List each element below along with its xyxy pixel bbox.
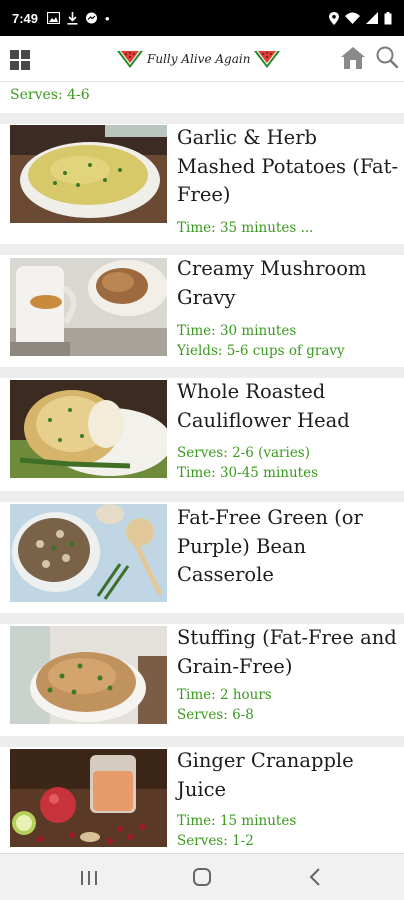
wifi-icon bbox=[345, 12, 360, 24]
recipe-thumbnail bbox=[10, 380, 167, 478]
recipe-serves: Serves: 2-6 (varies) bbox=[177, 445, 311, 461]
recipe-yield: Yields: 5-6 cups of gravy bbox=[177, 343, 345, 359]
recipe-time: Time: 30 minutes bbox=[177, 323, 297, 339]
back-icon[interactable] bbox=[306, 867, 326, 887]
recipe-card[interactable]: Stuffing (Fat-Free and Grain-Free) Time:… bbox=[0, 624, 404, 736]
grid-menu-icon[interactable] bbox=[10, 50, 30, 70]
home-icon[interactable] bbox=[340, 46, 366, 70]
recipe-time: Time: 30-45 minutes bbox=[177, 465, 319, 481]
logo-text: Fully Alive Again bbox=[147, 52, 251, 66]
recipe-thumbnail bbox=[10, 626, 167, 724]
recipe-card[interactable]: Ginger Cranapple Juice Time: 15 minutes … bbox=[0, 747, 404, 853]
app-header: Fully Alive Again bbox=[0, 36, 404, 82]
recipe-card[interactable]: Garlic & Herb Mashed Potatoes (Fat-Free)… bbox=[0, 124, 404, 244]
signal-icon bbox=[366, 12, 378, 24]
recipe-title[interactable]: Stuffing (Fat-Free and Grain-Free) bbox=[177, 624, 399, 681]
app-logo[interactable]: Fully Alive Again bbox=[116, 43, 286, 75]
recent-apps-icon[interactable] bbox=[80, 870, 98, 886]
recipe-title[interactable]: Creamy Mushroom Gravy bbox=[177, 255, 399, 312]
system-nav-bar bbox=[0, 853, 404, 900]
image-notification-icon bbox=[47, 12, 61, 24]
recipe-serves: Serves: 6-8 bbox=[177, 707, 254, 723]
recipe-thumbnail bbox=[10, 504, 167, 602]
recipe-title[interactable]: Ginger Cranapple Juice bbox=[177, 747, 399, 804]
home-button-icon[interactable] bbox=[193, 868, 211, 886]
recipe-time: Time: 35 minutes ... bbox=[177, 220, 314, 236]
search-icon[interactable] bbox=[375, 45, 399, 69]
recipe-title[interactable]: Garlic & Herb Mashed Potatoes (Fat-Free) bbox=[177, 124, 399, 210]
recipe-serves: Serves: 4-6 bbox=[10, 87, 90, 103]
recipe-thumbnail bbox=[10, 125, 167, 223]
battery-icon bbox=[384, 11, 392, 24]
recipe-time: Time: 15 minutes bbox=[177, 813, 297, 829]
recipe-serves: Serves: 1-2 bbox=[177, 833, 254, 849]
recipe-title[interactable]: Whole Roasted Cauliflower Head bbox=[177, 378, 399, 435]
recipe-card[interactable]: Whole Roasted Cauliflower Head Serves: 2… bbox=[0, 378, 404, 491]
status-time: 7:49 bbox=[12, 10, 39, 26]
status-dot: • bbox=[105, 10, 110, 26]
recipe-thumbnail bbox=[10, 258, 167, 356]
recipe-time: Time: 2 hours bbox=[177, 687, 272, 703]
list-item[interactable]: Serves: 4-6 bbox=[0, 82, 404, 113]
recipe-card[interactable]: Creamy Mushroom Gravy Time: 30 minutes Y… bbox=[0, 255, 404, 367]
recipe-thumbnail bbox=[10, 749, 167, 847]
recipe-list[interactable]: Serves: 4-6 Garlic & Herb Mashed Potatoe… bbox=[0, 82, 404, 853]
status-bar: 7:49 • bbox=[0, 0, 404, 36]
recipe-card[interactable]: Fat-Free Green (or Purple) Bean Casserol… bbox=[0, 502, 404, 613]
recipe-title[interactable]: Fat-Free Green (or Purple) Bean Casserol… bbox=[177, 504, 399, 590]
download-notification-icon bbox=[67, 11, 78, 25]
watermelon-icon bbox=[254, 51, 281, 68]
location-icon bbox=[329, 11, 339, 25]
watermelon-icon bbox=[117, 51, 143, 68]
messenger-notification-icon bbox=[86, 12, 98, 23]
